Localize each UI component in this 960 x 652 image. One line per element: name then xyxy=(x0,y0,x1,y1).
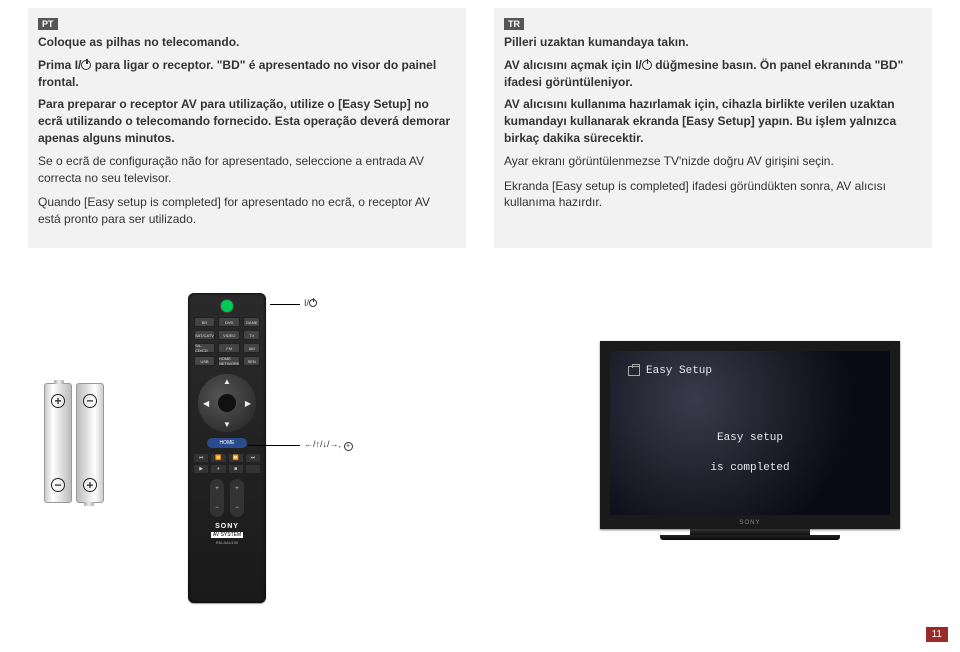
tv-line1: Easy setup xyxy=(717,432,783,444)
remote-nav-up-icon[interactable]: ▲ xyxy=(223,377,231,386)
remote-btn-tv[interactable]: TV xyxy=(243,330,260,340)
remote-ff-button[interactable]: ⏩ xyxy=(229,454,243,462)
remote-btn-satcatv[interactable]: SAT/CATV xyxy=(194,330,215,340)
page-number: 11 xyxy=(926,627,948,642)
tv-setup-body: Easy setup is completed xyxy=(610,391,890,515)
remote-home-button[interactable]: HOME xyxy=(207,438,247,448)
remote-btn-sen[interactable]: SEN xyxy=(243,356,260,366)
remote-nav-ok[interactable] xyxy=(218,394,236,412)
plus-icon: + xyxy=(83,478,97,492)
tv-frame: Easy Setup Easy setup is completed SONY xyxy=(600,341,900,529)
remote-btn-dvd[interactable]: DVD xyxy=(218,317,240,327)
tr-p2: AV alıcısını kullanıma hazırlamak için, … xyxy=(504,96,922,146)
remote-rew-button[interactable]: ⏪ xyxy=(211,454,225,462)
remote-stop-button[interactable]: ■ xyxy=(229,465,243,473)
remote-rockers: +− +− xyxy=(210,479,244,517)
tr-heading: Pilleri uzaktan kumandaya takın. xyxy=(504,34,922,51)
remote-btn-homenet[interactable]: HOME NETWORK xyxy=(218,356,240,366)
remote-btn-fm[interactable]: FM xyxy=(218,343,240,353)
battery-cap xyxy=(84,502,94,506)
tr-p3: Ayar ekranı görüntülenmezse TV'nizde doğ… xyxy=(504,153,922,170)
remote-model-label: RM-AAU190 xyxy=(216,540,238,545)
pt-p1a: Prima xyxy=(38,58,75,72)
enter-icon: + xyxy=(344,442,353,451)
pt-p1b: para ligar o receptor. "BD" é apresentad… xyxy=(38,58,436,89)
tv-illustration: Easy Setup Easy setup is completed SONY xyxy=(600,341,900,553)
remote-transport-row: ⏮ ⏪ ⏩ ⏭ ▶ ⏸ ■ xyxy=(194,454,260,473)
remote-nav-right-icon[interactable]: ▶ xyxy=(245,399,251,408)
battery-a: + − xyxy=(44,383,72,503)
remote-channel-rocker[interactable]: +− xyxy=(230,479,244,517)
remote-brand-label: SONY xyxy=(215,523,239,530)
power-icon xyxy=(309,299,317,307)
power-icon xyxy=(642,60,652,70)
power-glyph: I/ xyxy=(635,58,642,72)
tv-setup-header: Easy Setup xyxy=(610,351,890,391)
remote-btn-video[interactable]: VIDEO xyxy=(218,330,240,340)
tv-brand-label: SONY xyxy=(610,520,890,526)
tv-title: Easy Setup xyxy=(646,365,712,377)
column-tr: TR Pilleri uzaktan kumandaya takın. AV a… xyxy=(494,8,932,248)
lang-badge-pt: PT xyxy=(38,18,58,30)
battery-cap xyxy=(54,380,64,384)
remote-av-label: AV SYSTEM xyxy=(211,532,243,538)
tv-screen: Easy Setup Easy setup is completed xyxy=(610,351,890,515)
remote-nav-down-icon[interactable]: ▼ xyxy=(223,420,231,429)
remote-btn-bd[interactable]: BD xyxy=(194,317,215,327)
remote-prev-button[interactable]: ⏮ xyxy=(194,454,208,462)
remote-volume-rocker[interactable]: +− xyxy=(210,479,224,517)
leader-line-power xyxy=(270,304,300,305)
illustration-area: + − + − BD DVD GAME SAT/CATV VIDEO TV SA… xyxy=(0,275,960,620)
remote-btn-usb[interactable]: USB xyxy=(194,356,215,366)
plus-icon: + xyxy=(51,394,65,408)
remote-btn-sacd[interactable]: SA-CD/CD xyxy=(194,343,215,353)
batteries: + − + − xyxy=(44,383,114,507)
remote-play-button[interactable]: ▶ xyxy=(194,465,208,473)
two-column-text: PT Coloque as pilhas no telecomando. Pri… xyxy=(0,0,960,248)
pt-p4: Quando [Easy setup is completed] for apr… xyxy=(38,194,456,228)
column-pt: PT Coloque as pilhas no telecomando. Pri… xyxy=(28,8,466,248)
remote-power-button[interactable] xyxy=(220,299,234,313)
remote-control: BD DVD GAME SAT/CATV VIDEO TV SA-CD/CD F… xyxy=(188,293,266,603)
remote-source-grid: BD DVD GAME SAT/CATV VIDEO TV SA-CD/CD F… xyxy=(194,317,260,366)
remote-btn-am[interactable]: AM xyxy=(243,343,260,353)
leader-line-nav xyxy=(248,445,300,446)
power-glyph: I/ xyxy=(75,58,82,72)
battery-b: + − xyxy=(76,383,104,503)
minus-icon: − xyxy=(83,394,97,408)
tr-p1: AV alıcısını açmak için I/ düğmesine bas… xyxy=(504,57,922,91)
tv-stand xyxy=(690,529,810,535)
tv-line2: is completed xyxy=(710,462,789,474)
tr-p4: Ekranda [Easy setup is completed] ifades… xyxy=(504,178,922,212)
power-icon xyxy=(81,60,91,70)
leader-label-power: I/ xyxy=(304,298,317,308)
minus-icon: − xyxy=(51,478,65,492)
pt-heading: Coloque as pilhas no telecomando. xyxy=(38,34,456,51)
remote-navpad[interactable]: ▲ ▼ ◀ ▶ xyxy=(198,374,256,432)
remote-btn-game[interactable]: GAME xyxy=(243,317,260,327)
remote-blank-button[interactable] xyxy=(246,465,260,473)
pt-p2: Para preparar o receptor AV para utiliza… xyxy=(38,96,456,146)
pt-p3: Se o ecrã de configuração não for aprese… xyxy=(38,153,456,187)
lang-badge-tr: TR xyxy=(504,18,524,30)
toolbox-icon xyxy=(628,366,640,376)
remote-next-button[interactable]: ⏭ xyxy=(246,454,260,462)
tr-p1a: AV alıcısını açmak için xyxy=(504,58,635,72)
remote-nav-left-icon[interactable]: ◀ xyxy=(203,399,209,408)
remote-pause-button[interactable]: ⏸ xyxy=(211,465,225,473)
leader-label-nav: ←/↑/↓/→, + xyxy=(304,439,353,451)
pt-p1: Prima I/ para ligar o receptor. "BD" é a… xyxy=(38,57,456,91)
